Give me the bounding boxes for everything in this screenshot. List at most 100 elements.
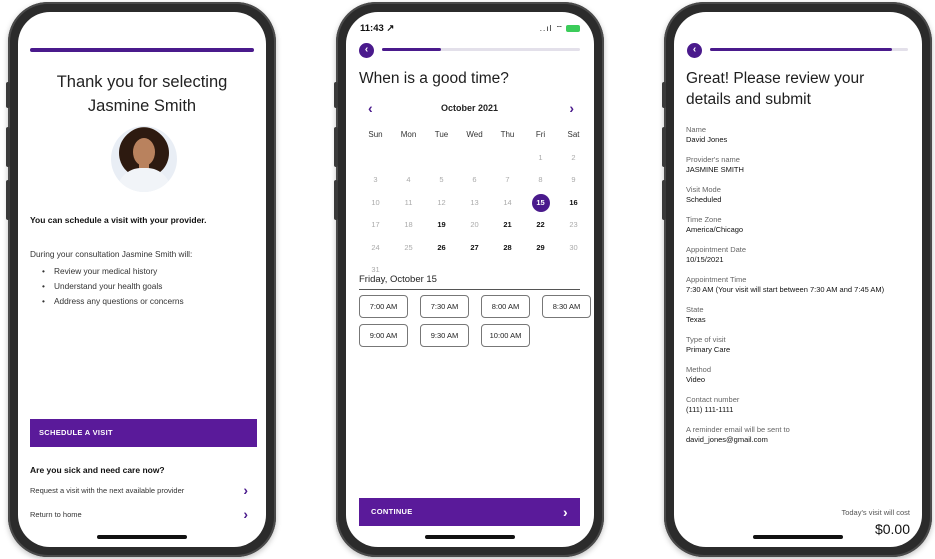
- continue-button-label: CONTINUE: [371, 507, 413, 516]
- field-value: Video: [686, 375, 706, 384]
- calendar-day-disabled: 1: [538, 152, 543, 162]
- side-button: [6, 127, 10, 167]
- time-slot-button[interactable]: 9:30 AM: [420, 324, 469, 347]
- weekday-label: Wed: [466, 130, 483, 139]
- calendar-blank: [557, 259, 590, 282]
- time-slots: 7:00 AM 7:30 AM 8:00 AM 8:30 AM 9:00 AM 9:30 …: [359, 295, 591, 347]
- calendar-day-disabled: 17: [371, 220, 380, 229]
- provider-name: Jasmine Smith: [87, 97, 197, 115]
- progress-bar: [382, 48, 580, 51]
- next-month-button[interactable]: ›: [569, 100, 574, 116]
- review-field: Visit Mode Scheduled: [686, 185, 916, 205]
- field-value: Primary Care: [686, 345, 731, 354]
- status-icons: ..ıl ⌔: [540, 24, 580, 34]
- screen: ‹ Great! Please review your details and …: [674, 12, 922, 547]
- calendar-day-disabled: 18: [404, 220, 413, 229]
- field-label: Name: [686, 125, 707, 134]
- calendar-day-disabled: 23: [569, 220, 578, 229]
- time-slot-button[interactable]: 8:00 AM: [481, 295, 530, 318]
- calendar-day-available[interactable]: 22: [524, 214, 557, 237]
- field-value: Scheduled: [686, 195, 722, 204]
- back-button[interactable]: ‹: [359, 43, 374, 58]
- calendar-day-available[interactable]: 29: [524, 237, 557, 260]
- weekday-label: Tue: [434, 130, 449, 139]
- time-slot-button[interactable]: 9:00 AM: [359, 324, 408, 347]
- battery-icon: [566, 25, 580, 33]
- calendar-day-disabled: 8: [538, 175, 543, 184]
- phone-provider-confirmation: Thank you for selecting Jasmine Smith Yo…: [6, 2, 276, 557]
- field-value: David Jones: [686, 135, 728, 144]
- progress-bar: [710, 48, 908, 51]
- next-provider-link[interactable]: Request a visit with the next available …: [30, 482, 248, 498]
- selected-day-label: Friday, October 15: [359, 274, 437, 285]
- progress-bar: [30, 48, 254, 52]
- side-button: [662, 127, 666, 167]
- time-slot-button[interactable]: 7:00 AM: [359, 295, 408, 318]
- field-value: 10/15/2021: [686, 255, 724, 264]
- calendar-day-available[interactable]: 27: [458, 237, 491, 260]
- side-button: [334, 82, 338, 108]
- phone-schedule-time: 11:43 ↗ ..ıl ⌔ ‹ When is a good time? ‹ …: [334, 2, 604, 557]
- calendar-grid: Sun Mon Tue Wed Thu Fri Sat 1 2 3 4 5 6 7 8 9 10 11 12 13 14…: [359, 124, 590, 282]
- review-field: Type of visit Primary Care: [686, 335, 916, 355]
- calendar-day-disabled: 4: [406, 175, 411, 184]
- calendar-day-disabled: 6: [472, 175, 477, 184]
- screen: Thank you for selecting Jasmine Smith Yo…: [18, 12, 266, 547]
- calendar-day-disabled: 25: [404, 242, 413, 252]
- review-field: A reminder email will be sent to david_jo…: [686, 425, 916, 445]
- field-value: 7:30 AM (Your visit will start between 7…: [686, 285, 885, 294]
- return-home-link[interactable]: Return to home ›: [30, 506, 248, 522]
- calendar-day-available[interactable]: 19: [425, 214, 458, 237]
- field-value: America/Chicago: [686, 225, 744, 234]
- field-label: Appointment Time: [686, 275, 747, 284]
- review-field: Appointment Time 7:30 AM (Your visit will…: [686, 275, 916, 295]
- time-slot-button[interactable]: 7:30 AM: [420, 295, 469, 318]
- status-time: 11:43 ↗: [360, 23, 395, 34]
- schedule-visit-button[interactable]: SCHEDULE A VISIT: [30, 419, 257, 447]
- calendar-blank: [392, 147, 425, 170]
- calendar-day-disabled: 24: [371, 242, 380, 252]
- field-label: Type of visit: [686, 335, 726, 344]
- calendar-header: ‹ October 2021 ›: [359, 100, 580, 116]
- back-button[interactable]: ‹: [687, 43, 702, 58]
- calendar-day-disabled: 11: [404, 197, 413, 207]
- provider-avatar: [111, 126, 177, 192]
- next-provider-link-label: Request a visit with the next available …: [30, 486, 185, 495]
- review-field: Contact number (111) 111-1111: [686, 395, 916, 415]
- calendar-day-available[interactable]: 21: [491, 214, 524, 237]
- location-arrow-icon: ↗: [386, 23, 395, 34]
- calendar-day-selected[interactable]: 15: [524, 192, 557, 215]
- time-slot-button[interactable]: 8:30 AM: [542, 295, 591, 318]
- progress-fill: [710, 48, 893, 51]
- sick-heading: Are you sick and need care now?: [30, 465, 165, 475]
- screen: 11:43 ↗ ..ıl ⌔ ‹ When is a good time? ‹ …: [346, 12, 594, 547]
- signal-wifi-icon: ..ıl ⌔: [539, 24, 564, 33]
- chevron-right-icon: ›: [563, 504, 568, 520]
- calendar-blank: [458, 259, 491, 282]
- calendar-day-available[interactable]: 16: [557, 192, 590, 215]
- field-label: A reminder email will be sent to: [686, 425, 790, 434]
- weekday-label: Sat: [567, 130, 580, 139]
- page-title: Great! Please review your details and su…: [686, 70, 865, 108]
- field-value: Texas: [686, 315, 706, 324]
- calendar-blank: [491, 147, 524, 170]
- calendar-day-available[interactable]: 28: [491, 237, 524, 260]
- side-button: [6, 180, 10, 220]
- continue-button[interactable]: CONTINUE ›: [359, 498, 580, 526]
- calendar-day-disabled: 20: [470, 220, 479, 229]
- calendar-day-disabled: 13: [470, 197, 479, 207]
- weekday-label: Mon: [400, 130, 417, 139]
- calendar-day-available[interactable]: 26: [425, 237, 458, 260]
- side-button: [334, 180, 338, 220]
- field-label: State: [686, 305, 704, 314]
- cost-value: $0.00: [874, 521, 910, 537]
- field-label: Contact number: [686, 395, 740, 404]
- calendar-blank: [425, 147, 458, 170]
- return-home-link-label: Return to home: [30, 510, 82, 519]
- field-value: david_jones@gmail.com: [686, 435, 768, 444]
- calendar-day-disabled: 7: [505, 175, 510, 184]
- time-slot-button[interactable]: 10:00 AM: [481, 324, 530, 347]
- divider: [359, 289, 580, 290]
- field-label: Visit Mode: [686, 185, 721, 194]
- calendar-day-disabled: 5: [439, 175, 444, 184]
